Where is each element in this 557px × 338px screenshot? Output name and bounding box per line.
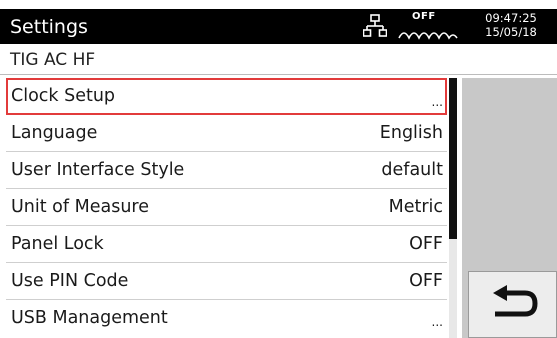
menu-item-user-interface-style[interactable]: User Interface Style default bbox=[6, 152, 447, 189]
process-mode-label: TIG AC HF bbox=[10, 50, 96, 70]
settings-screen: Settings OFF 09:47:25 15/05/18 TIG AC HF… bbox=[0, 0, 557, 338]
menu-item-value: Metric bbox=[388, 197, 443, 217]
waveform-icon bbox=[398, 32, 458, 40]
menu-item-usb-management[interactable]: USB Management ... bbox=[6, 300, 447, 337]
back-button[interactable] bbox=[468, 271, 557, 338]
header-bar: Settings OFF 09:47:25 15/05/18 bbox=[0, 9, 557, 44]
menu-item-label: Language bbox=[11, 123, 98, 143]
menu-item-use-pin-code[interactable]: Use PIN Code OFF bbox=[6, 263, 447, 300]
menu-item-value: OFF bbox=[409, 271, 443, 291]
clock-date: 15/05/18 bbox=[485, 25, 537, 39]
menu-item-label: Panel Lock bbox=[11, 234, 104, 254]
menu-item-language[interactable]: Language English bbox=[6, 115, 447, 152]
menu-item-label: Unit of Measure bbox=[11, 197, 149, 217]
menu-item-label: Use PIN Code bbox=[11, 271, 129, 291]
menu-item-value: ... bbox=[431, 315, 443, 329]
output-status-indicator: OFF bbox=[398, 11, 458, 41]
menu-item-value: ... bbox=[431, 95, 443, 109]
page-title: Settings bbox=[10, 16, 88, 38]
menu-item-value: OFF bbox=[409, 234, 443, 254]
settings-menu: Clock Setup ... Language English User In… bbox=[6, 78, 447, 338]
menu-item-clock-setup[interactable]: Clock Setup ... bbox=[6, 78, 447, 115]
scrollbar-thumb[interactable] bbox=[449, 78, 457, 239]
menu-item-label: USB Management bbox=[11, 308, 168, 328]
network-icon bbox=[363, 14, 387, 37]
menu-item-value: default bbox=[381, 160, 443, 180]
menu-item-label: User Interface Style bbox=[11, 160, 185, 180]
menu-item-value: English bbox=[379, 123, 443, 143]
menu-item-label: Clock Setup bbox=[11, 86, 116, 106]
output-off-label: OFF bbox=[412, 11, 436, 22]
menu-item-unit-of-measure[interactable]: Unit of Measure Metric bbox=[6, 189, 447, 226]
clock-time: 09:47:25 bbox=[485, 11, 537, 25]
divider bbox=[0, 74, 557, 75]
return-arrow-icon bbox=[493, 285, 538, 317]
menu-item-panel-lock[interactable]: Panel Lock OFF bbox=[6, 226, 447, 263]
